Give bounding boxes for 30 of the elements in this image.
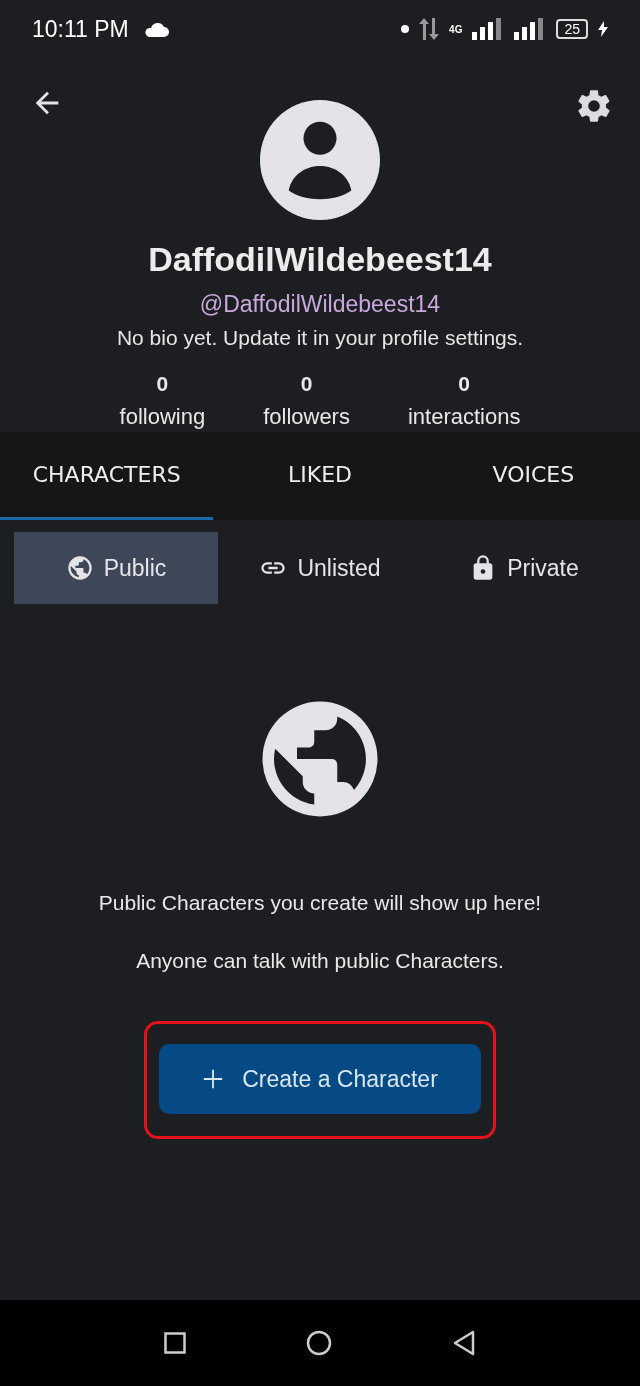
visibility-tab[interactable]: Unlisted <box>218 532 422 604</box>
visibility-tab[interactable]: Public <box>14 532 218 604</box>
back-icon[interactable] <box>452 1330 476 1356</box>
stat-label: followers <box>263 404 350 430</box>
charging-icon <box>598 21 608 37</box>
data-arrows-icon <box>419 18 440 40</box>
stat-count: 0 <box>458 372 471 396</box>
status-time: 10:11 PM <box>32 15 129 43</box>
empty-note: Anyone can talk with public Characters. <box>136 949 504 973</box>
stat-label: interactions <box>407 404 521 430</box>
profile-tab[interactable]: VOICES <box>426 432 640 520</box>
stat-count: 0 <box>156 372 169 396</box>
create-character-button[interactable]: Create a Character <box>159 1044 481 1114</box>
empty-message: Public Characters you create will show up here! <box>97 890 543 916</box>
network-type: 4G <box>449 23 463 35</box>
plus-icon <box>202 1068 225 1090</box>
stat-count: 0 <box>300 372 313 396</box>
dot-icon <box>401 25 410 33</box>
profile-handle: @DaffodilWildebeest14 <box>199 291 441 318</box>
profile-bio: No bio yet. Update it in your profile settings. <box>116 326 524 350</box>
globe-icon <box>65 554 94 582</box>
visibility-tab[interactable]: Private <box>422 532 626 604</box>
profile-tab[interactable]: CHARACTERS <box>0 432 214 520</box>
home-icon[interactable] <box>306 1330 332 1356</box>
profile-name: DaffodilWildebeest14 <box>148 240 492 279</box>
stat-label: following <box>119 404 206 430</box>
profile-tab[interactable]: LIKED <box>213 432 427 520</box>
battery-level: 25 <box>556 19 588 39</box>
cloud-icon <box>142 20 169 38</box>
recents-icon[interactable] <box>164 1332 186 1354</box>
